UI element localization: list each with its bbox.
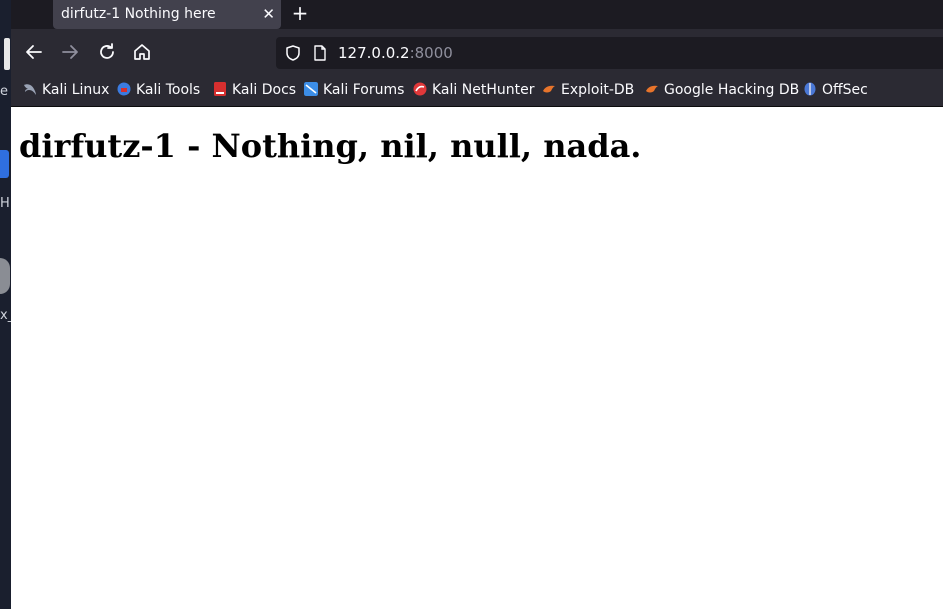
tab-active[interactable]: dirfutz-1 Nothing here ✕ — [53, 0, 281, 29]
bookmark-google-hacking-db[interactable]: Google Hacking DB — [645, 75, 799, 106]
tracking-protection-shield-icon[interactable] — [284, 44, 302, 62]
forward-arrow-icon — [62, 45, 78, 59]
bookmark-exploit-db[interactable]: Exploit-DB — [542, 75, 634, 106]
tab-title: dirfutz-1 Nothing here — [61, 6, 216, 22]
ghdb-icon — [646, 85, 658, 93]
bookmark-label: Kali Forums — [323, 82, 405, 98]
kali-tools-icon — [117, 82, 131, 96]
url-text[interactable]: 127.0.0.2:8000 — [338, 37, 453, 69]
home-icon — [134, 44, 150, 60]
url-host: 127.0.0.2 — [338, 44, 410, 62]
bookmark-label: Kali NetHunter — [432, 82, 535, 98]
bookmark-kali-nethunter[interactable]: Kali NetHunter — [413, 75, 534, 106]
page-heading: dirfutz-1 - Nothing, nil, null, nada. — [19, 127, 642, 165]
url-bar[interactable]: 127.0.0.2:8000 — [276, 37, 943, 69]
bookmark-label: Kali Linux — [42, 82, 110, 98]
back-button[interactable] — [22, 40, 46, 64]
bookmark-label: Kali Tools — [136, 82, 201, 98]
navigation-toolbar: 127.0.0.2:8000 — [11, 29, 943, 75]
desktop-icon-fragment — [0, 150, 9, 178]
bookmark-label: Kali Docs — [232, 82, 297, 98]
offsec-icon — [804, 82, 816, 96]
bookmark-kali-forums[interactable]: Kali Forums — [304, 75, 404, 106]
desktop-text-fragment: x_ — [0, 308, 11, 323]
back-arrow-icon — [26, 45, 42, 59]
bookmark-offsec[interactable]: OffSec — [803, 75, 868, 106]
exploit-db-icon — [543, 85, 555, 93]
desktop-text-fragment: e — [0, 84, 8, 99]
desktop-icon-fragment — [0, 258, 10, 294]
kali-forums-icon — [304, 82, 318, 96]
reload-button[interactable] — [95, 40, 119, 64]
home-button[interactable] — [130, 40, 154, 64]
bookmark-kali-linux[interactable]: Kali Linux — [23, 75, 109, 106]
bookmarks-toolbar: Kali Linux Kali Tools Kali Docs Kali For… — [11, 75, 943, 107]
kali-docs-icon — [214, 82, 226, 96]
url-port: :8000 — [409, 44, 453, 62]
bookmark-label: Google Hacking DB — [664, 82, 800, 98]
page-info-icon[interactable] — [312, 44, 328, 62]
bookmark-kali-docs[interactable]: Kali Docs — [213, 75, 296, 106]
forward-button[interactable] — [58, 40, 82, 64]
bookmark-label: Exploit-DB — [561, 82, 635, 98]
kali-dragon-icon — [24, 84, 36, 95]
reload-icon — [100, 43, 114, 59]
tab-close-icon[interactable]: ✕ — [262, 0, 275, 29]
bookmark-kali-tools[interactable]: Kali Tools — [117, 75, 200, 106]
desktop-window-edge — [4, 38, 10, 70]
bookmark-label: OffSec — [822, 82, 868, 98]
tab-strip: dirfutz-1 Nothing here ✕ + — [11, 0, 943, 29]
new-tab-button[interactable]: + — [287, 0, 313, 29]
kali-nethunter-icon — [413, 82, 427, 96]
page-content: dirfutz-1 - Nothing, nil, null, nada. — [11, 107, 943, 609]
browser-window: dirfutz-1 Nothing here ✕ + 127.0.0.2:800… — [11, 0, 943, 609]
desktop-text-fragment: H — [0, 196, 10, 211]
desktop-background: e H x_ — [0, 0, 11, 609]
